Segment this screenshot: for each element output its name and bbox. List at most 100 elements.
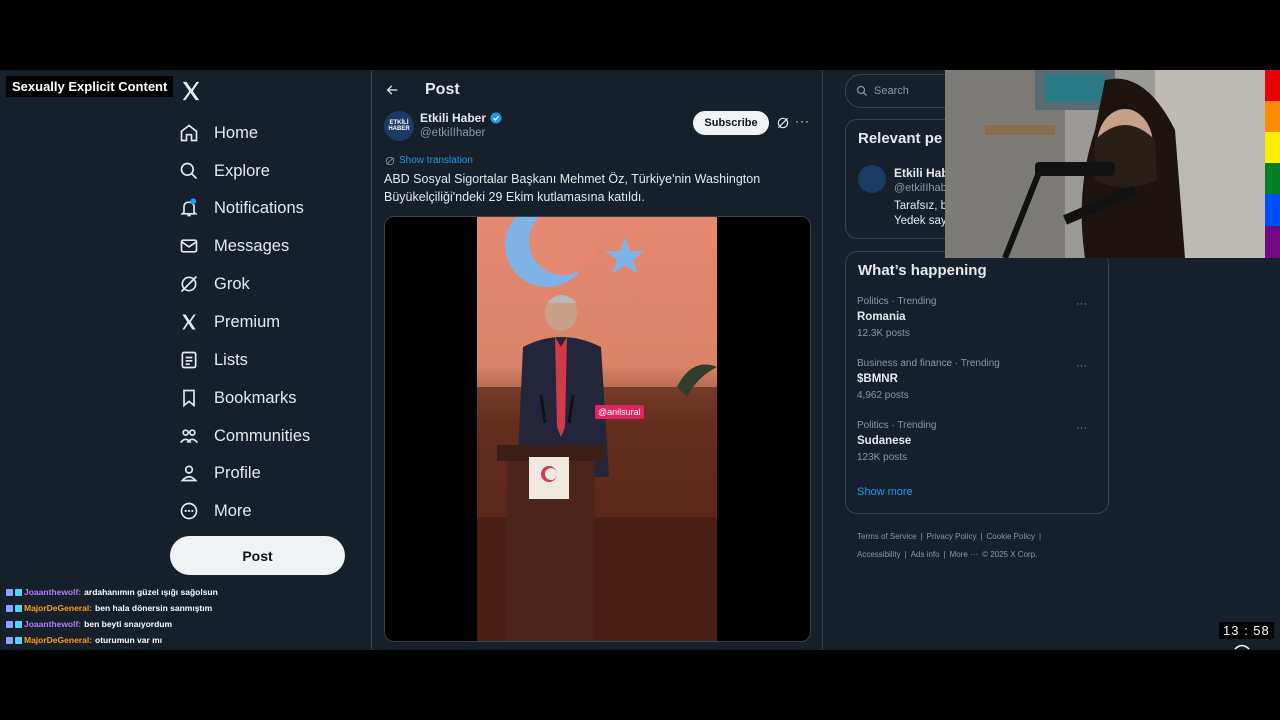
relevant-handle[interactable]: @etkiIIhab xyxy=(894,182,947,194)
chat-text: ben beyti snaıyordum xyxy=(84,619,173,629)
page-title: Post xyxy=(425,81,460,98)
trend-post-count: 123K posts xyxy=(857,452,908,463)
bookmark-icon xyxy=(178,387,200,409)
trend-more-icon[interactable]: ··· xyxy=(1076,360,1087,372)
tweet-text: ABD Sosyal Sigortalar Başkanı Mehmet Öz,… xyxy=(384,172,761,204)
mail-icon xyxy=(178,235,200,257)
stream-timer: 13 : 58 xyxy=(1219,622,1274,639)
sidebar-item-lists[interactable]: Lists xyxy=(178,342,248,378)
sidebar-item-messages[interactable]: Messages xyxy=(178,228,289,264)
chat-text: ben hala dönersin sanmıştım xyxy=(95,603,213,613)
more-options-icon[interactable]: ··· xyxy=(795,114,810,128)
chat-username: MajorDeGeneral: xyxy=(24,603,93,613)
content-warning-label: Sexually Explicit Content xyxy=(6,76,174,97)
chat-message: MajorDeGeneral: oturumun var mı xyxy=(6,632,218,648)
sidebar-item-label: Messages xyxy=(214,236,290,255)
bell-icon xyxy=(178,197,200,219)
trend-post-count: 12.3K posts xyxy=(857,328,910,339)
verified-badge-icon xyxy=(490,112,502,124)
translate-icon xyxy=(385,156,395,165)
chat-username: Joaanthewolf: xyxy=(24,587,82,597)
footer-separator: | xyxy=(904,550,907,559)
chat-badge-icon xyxy=(15,604,22,612)
whats-happening-title: What’s happening xyxy=(858,262,987,279)
center-divider xyxy=(822,70,823,650)
trend-more-icon[interactable]: ··· xyxy=(1076,422,1087,434)
author-name[interactable]: Etkili Haber xyxy=(420,111,502,125)
sidebar-item-label: Lists xyxy=(214,350,248,369)
relevant-avatar[interactable] xyxy=(858,165,886,193)
sidebar-item-label: Premium xyxy=(214,312,281,331)
decorative-curve-icon xyxy=(1234,644,1250,650)
grok-icon[interactable] xyxy=(776,116,790,130)
show-more-link[interactable]: Show more xyxy=(857,486,913,498)
trend-item[interactable]: Politics · Trending Sudanese 123K posts ··· xyxy=(857,420,1097,463)
sidebar-item-explore[interactable]: Explore xyxy=(178,153,270,189)
footer-link[interactable]: Terms of Service xyxy=(857,532,917,541)
video-watermark-tag: @anilsural xyxy=(595,405,644,419)
search-placeholder: Search xyxy=(874,85,909,97)
chat-message: MajorDeGeneral: ben hala dönersin sanmışt… xyxy=(6,600,218,616)
sidebar-item-notifications[interactable]: Notifications xyxy=(178,190,304,226)
trend-item[interactable]: Politics · Trending Romania 12.3K posts ··· xyxy=(857,296,1097,339)
author-handle[interactable]: @etkiIIhaber xyxy=(420,127,485,139)
grok-icon xyxy=(178,273,200,295)
trend-post-count: 4,962 posts xyxy=(857,390,909,401)
author-avatar[interactable]: ETKİLİ HABER xyxy=(384,111,414,141)
sidebar-item-communities[interactable]: Communities xyxy=(178,418,310,454)
stream-chat: Joaanthewolf: ardahanımın güzel ışığı sağ… xyxy=(6,584,218,648)
footer-link[interactable]: Ads info xyxy=(911,550,940,559)
footer-link[interactable]: Accessibility xyxy=(857,550,901,559)
footer-link[interactable]: Cookie Policy xyxy=(987,532,1035,541)
tweet-video[interactable]: @anilsural xyxy=(384,216,811,642)
sidebar-item-label: Home xyxy=(214,123,259,142)
chat-badge-icon xyxy=(6,604,13,612)
footer-separator: | xyxy=(1039,532,1042,541)
people-icon xyxy=(178,425,200,447)
sidebar-item-bookmarks[interactable]: Bookmarks xyxy=(178,380,297,416)
chat-text: ardahanımın güzel ışığı sağolsun xyxy=(84,587,218,597)
sidebar-item-more[interactable]: More xyxy=(178,493,252,529)
footer-link[interactable]: Privacy Policy xyxy=(927,532,977,541)
trend-item[interactable]: Business and finance · Trending $BMNR 4,96… xyxy=(857,358,1097,401)
show-translation-text: Show translation xyxy=(399,155,473,166)
rainbow-flag-image xyxy=(1265,70,1280,258)
user-icon xyxy=(178,462,200,484)
relevant-name[interactable]: Etkili Hab xyxy=(894,166,949,180)
trend-more-icon[interactable]: ··· xyxy=(1076,298,1087,310)
sidebar-item-premium[interactable]: Premium xyxy=(178,304,280,340)
subscribe-button[interactable]: Subscribe xyxy=(693,111,769,135)
x-logo-icon[interactable] xyxy=(180,80,202,102)
chat-text: oturumun var mı xyxy=(95,635,163,645)
trend-name: Romania xyxy=(857,311,906,323)
relevant-people-title: Relevant pe xyxy=(858,130,943,147)
sidebar-item-home[interactable]: Home xyxy=(178,115,258,151)
trend-name: Sudanese xyxy=(857,435,912,447)
back-arrow-icon[interactable] xyxy=(384,82,400,98)
x-icon xyxy=(178,311,200,333)
webcam-overlay-image xyxy=(945,70,1265,258)
video-frame-image xyxy=(477,217,717,641)
more-circle-icon xyxy=(178,500,200,522)
sidebar-item-grok[interactable]: Grok xyxy=(178,266,250,302)
sidebar-item-label: Bookmarks xyxy=(214,388,297,407)
avatar-text: ETKİLİ HABER xyxy=(388,120,410,132)
chat-badge-icon xyxy=(6,636,13,644)
sidebar-item-label: More xyxy=(214,501,252,520)
trend-category: Politics · Trending xyxy=(857,296,937,307)
list-icon xyxy=(178,349,200,371)
trend-category: Politics · Trending xyxy=(857,420,937,431)
author-name-text: Etkili Haber xyxy=(420,111,487,125)
chat-message: Joaanthewolf: ben beyti snaıyordum xyxy=(6,616,218,632)
footer-link[interactable]: © 2025 X Corp. xyxy=(982,550,1037,559)
sidebar-item-profile[interactable]: Profile xyxy=(178,455,261,491)
show-translation-link[interactable]: Show translation xyxy=(385,155,473,166)
chat-username: Joaanthewolf: xyxy=(24,619,82,629)
footer-link[interactable]: More ··· xyxy=(950,550,978,559)
nav-divider xyxy=(371,70,372,650)
footer-separator: | xyxy=(943,550,946,559)
chat-message: Joaanthewolf: ardahanımın güzel ışığı sağ… xyxy=(6,584,218,600)
post-button[interactable]: Post xyxy=(170,536,345,575)
sidebar-item-label: Notifications xyxy=(214,198,304,217)
sidebar-item-label: Grok xyxy=(214,274,250,293)
